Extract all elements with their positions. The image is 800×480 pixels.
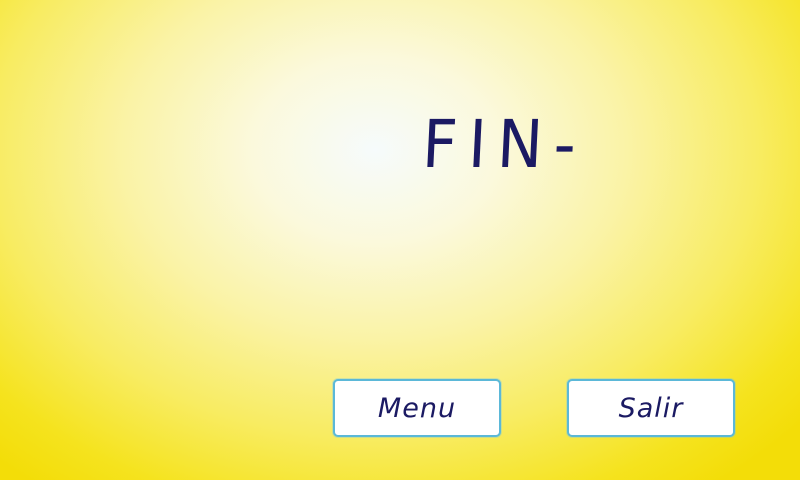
exit-button-label: Salir bbox=[618, 392, 684, 424]
menu-button-label: Menu bbox=[377, 392, 457, 424]
exit-button[interactable]: Salir bbox=[567, 379, 735, 437]
end-title: FIN- bbox=[420, 106, 589, 183]
end-screen: FIN- Menu Salir bbox=[0, 0, 800, 480]
menu-button[interactable]: Menu bbox=[333, 379, 501, 437]
